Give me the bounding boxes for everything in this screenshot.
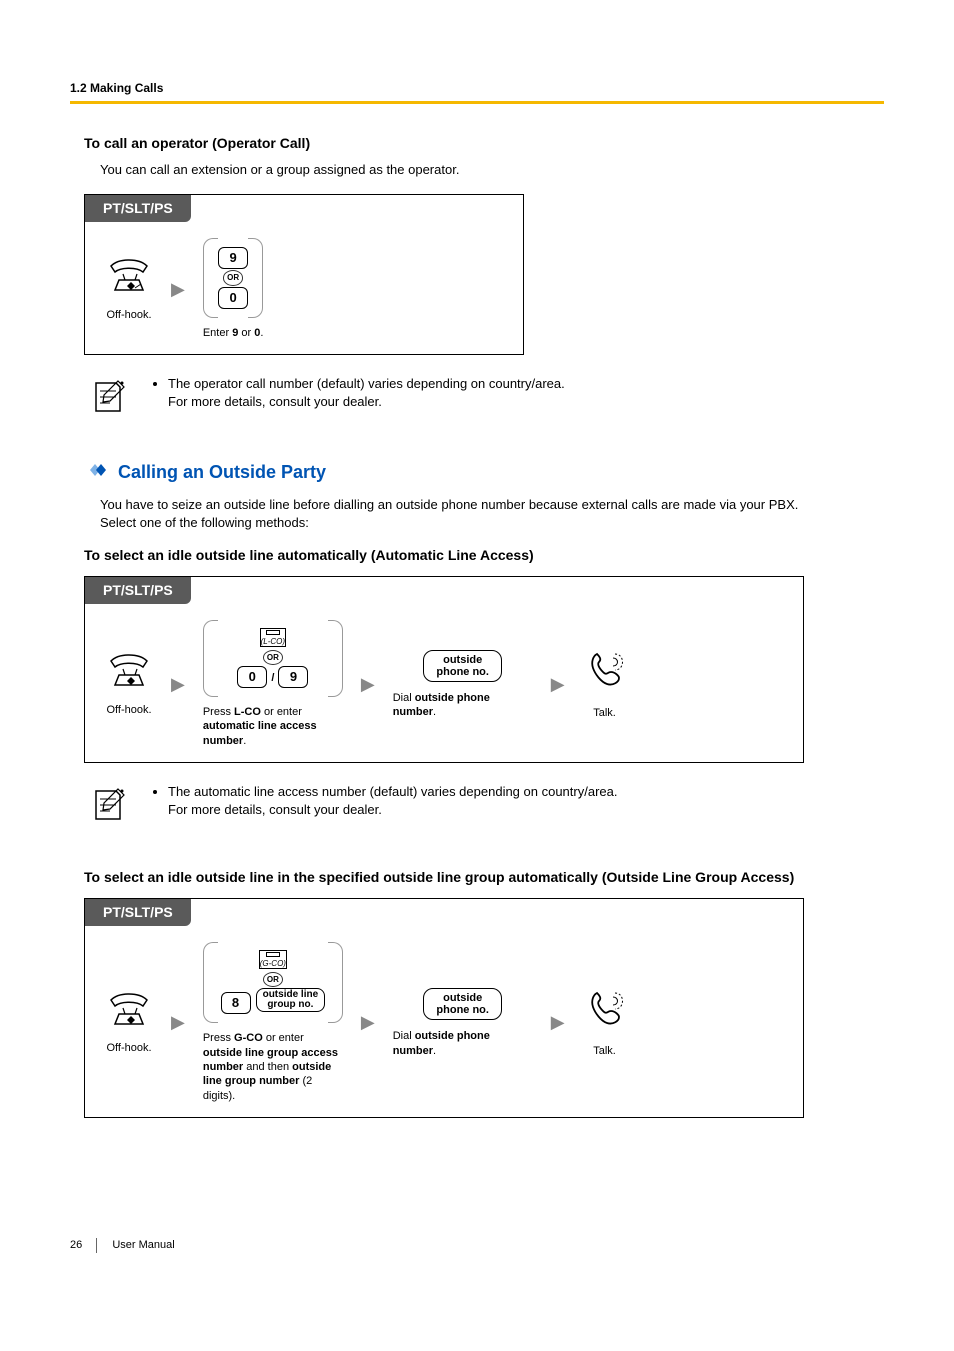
key-0: 0 xyxy=(237,666,267,688)
step-lco: Press L-CO or enter automatic line acces… xyxy=(203,705,343,748)
arrow-icon: ▶ xyxy=(361,672,375,697)
diagram-label: PT/SLT/PS xyxy=(85,899,191,927)
key-group: (G-CO) OR 8 outside linegroup no. xyxy=(203,942,343,1023)
group-access-title: To select an idle outside line in the sp… xyxy=(84,868,884,888)
or-badge: OR xyxy=(263,972,283,987)
diagram-label: PT/SLT/PS xyxy=(85,195,191,223)
key-9: 9 xyxy=(218,247,248,269)
talk-icon xyxy=(583,1022,627,1034)
step-offhook: Off-hook. xyxy=(105,308,153,322)
auto-line-title: To select an idle outside line automatic… xyxy=(84,546,884,566)
handset-icon xyxy=(105,680,153,692)
arrow-icon: ▶ xyxy=(171,1010,185,1035)
key-8: 8 xyxy=(221,992,251,1014)
slash: / xyxy=(271,672,274,684)
gco-icon: (G-CO) xyxy=(259,950,287,969)
outside-intro: You have to seize an outside line before… xyxy=(100,496,884,532)
auto-note: The automatic line access number (defaul… xyxy=(88,783,884,832)
talk-icon xyxy=(583,683,627,695)
arrow-icon: ▶ xyxy=(171,672,185,697)
diamond-icon xyxy=(84,460,110,485)
outside-phone-pill: outsidephone no. xyxy=(423,650,502,682)
page-footer: 26 User Manual xyxy=(70,1238,884,1253)
note-icon xyxy=(88,783,128,832)
step-offhook: Off-hook. xyxy=(105,703,153,717)
operator-diagram: PT/SLT/PS Off-hook. ▶ 9 OR 0 Enter 9 or … xyxy=(84,194,524,356)
handset-icon xyxy=(105,285,153,297)
lco-icon: (L-CO) xyxy=(260,628,286,647)
step-gco: Press G-CO or enter outside line group a… xyxy=(203,1031,343,1102)
or-badge: OR xyxy=(223,270,243,285)
key-9: 9 xyxy=(278,666,308,688)
handset-icon xyxy=(105,1019,153,1031)
note-text: The automatic line access number (defaul… xyxy=(168,783,617,819)
operator-call-title: To call an operator (Operator Call) xyxy=(84,134,884,154)
group-access-diagram: PT/SLT/PS Off-hook. ▶ (G-CO) OR 8 outsid… xyxy=(84,898,804,1118)
arrow-icon: ▶ xyxy=(171,277,185,302)
outside-line-group-pill: outside linegroup no. xyxy=(256,988,326,1012)
header-rule xyxy=(70,101,884,104)
note-icon xyxy=(88,375,128,424)
outside-party-heading: Calling an Outside Party xyxy=(84,460,884,485)
key-0: 0 xyxy=(218,287,248,309)
arrow-icon: ▶ xyxy=(551,1010,565,1035)
step-offhook: Off-hook. xyxy=(105,1041,153,1055)
manual-label: User Manual xyxy=(112,1239,174,1251)
arrow-icon: ▶ xyxy=(361,1010,375,1035)
step-talk: Talk. xyxy=(583,1044,627,1058)
step-talk: Talk. xyxy=(583,706,627,720)
outside-phone-pill: outsidephone no. xyxy=(423,988,502,1020)
operator-intro: You can call an extension or a group ass… xyxy=(100,161,884,179)
step-dial: Dial outside phone number. xyxy=(393,691,533,720)
diagram-label: PT/SLT/PS xyxy=(85,577,191,605)
or-badge: OR xyxy=(263,650,283,665)
key-group: 9 OR 0 xyxy=(203,238,264,318)
arrow-icon: ▶ xyxy=(551,672,565,697)
section-header: 1.2 Making Calls xyxy=(70,80,884,97)
step-enter-9-0: Enter 9 or 0. xyxy=(203,326,264,340)
step-dial: Dial outside phone number. xyxy=(393,1029,533,1058)
key-group: (L-CO) OR 0 / 9 xyxy=(203,620,343,697)
auto-line-diagram: PT/SLT/PS Off-hook. ▶ (L-CO) OR 0 / 9 Pr… xyxy=(84,576,804,763)
page-number: 26 xyxy=(70,1238,97,1253)
note-text: The operator call number (default) varie… xyxy=(168,375,565,411)
operator-note: The operator call number (default) varie… xyxy=(88,375,884,424)
